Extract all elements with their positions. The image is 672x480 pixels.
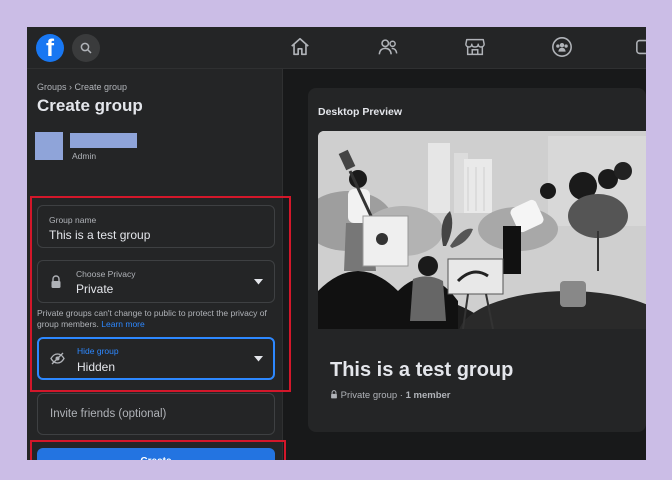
caret-down-icon <box>254 279 263 285</box>
caret-down-icon <box>254 356 263 362</box>
facebook-logo-icon[interactable]: f <box>36 34 64 62</box>
create-group-panel: Groups › Create group Create group Admin… <box>27 69 291 460</box>
eye-slash-icon <box>50 352 65 365</box>
hide-group-label: Hide group <box>77 346 119 356</box>
hide-group-value: Hidden <box>77 360 116 374</box>
lock-icon <box>51 275 61 288</box>
group-name-value: This is a test group <box>49 228 151 242</box>
privacy-label: Choose Privacy <box>76 269 136 279</box>
invite-placeholder: Invite friends (optional) <box>50 408 167 420</box>
gaming-icon[interactable] <box>635 36 646 60</box>
search-button[interactable] <box>72 34 100 62</box>
groups-icon[interactable] <box>551 36 575 60</box>
admin-label: Admin <box>72 151 97 161</box>
page-title: Create group <box>37 96 143 115</box>
home-icon[interactable] <box>289 36 313 60</box>
breadcrumb[interactable]: Groups › Create group <box>37 82 127 92</box>
avatar <box>35 132 63 160</box>
create-button[interactable]: Create <box>37 448 275 460</box>
search-icon <box>80 42 92 54</box>
hide-group-select[interactable]: Hide group Hidden <box>37 337 275 380</box>
preview-group-meta: Private group · 1 member <box>330 390 451 401</box>
marketplace-icon[interactable] <box>464 36 488 60</box>
app-window: f Groups › Create group Create group Adm… <box>27 27 646 460</box>
friends-icon[interactable] <box>377 36 401 60</box>
privacy-select[interactable]: Choose Privacy Private <box>37 260 275 303</box>
preview-group-title: This is a test group <box>330 359 514 381</box>
privacy-note: Private groups can't change to public to… <box>37 308 267 329</box>
desktop-preview-card: Desktop Preview This is a test group Pri… <box>308 88 646 432</box>
cover-illustration <box>318 131 646 329</box>
group-name-label: Group name <box>49 215 97 225</box>
privacy-value: Private <box>76 282 114 296</box>
redacted-user-name <box>70 133 137 148</box>
cover-illustration-art <box>318 131 646 329</box>
invite-friends-input[interactable]: Invite friends (optional) <box>37 393 275 435</box>
lock-icon <box>331 390 337 399</box>
group-name-field[interactable]: Group name This is a test group <box>37 205 275 248</box>
preview-title: Desktop Preview <box>318 106 403 118</box>
learn-more-link[interactable]: Learn more <box>101 319 144 329</box>
top-nav-bar: f <box>27 27 646 69</box>
